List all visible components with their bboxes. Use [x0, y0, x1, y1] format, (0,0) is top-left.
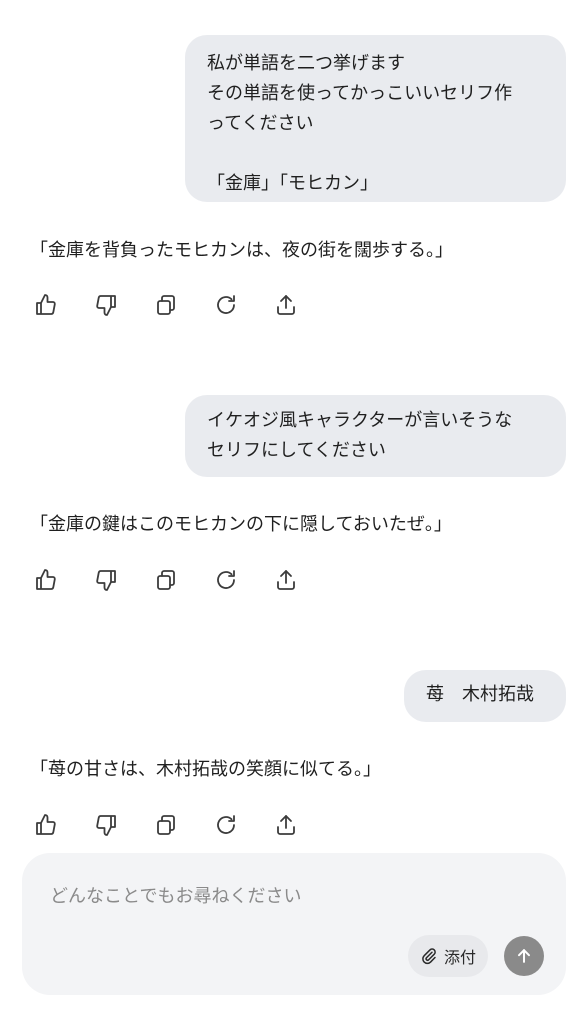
regenerate-icon[interactable] [212, 566, 240, 594]
attach-label: 添付 [443, 948, 476, 967]
message-actions [32, 566, 332, 594]
message-actions [32, 291, 332, 319]
thumbs-down-icon[interactable] [92, 811, 120, 839]
assistant-message: 「金庫の鍵はこのモヒカンの下に隠しておいたぜ。」 [30, 514, 452, 535]
share-icon[interactable] [272, 811, 300, 839]
paperclip-icon [422, 948, 436, 965]
share-icon[interactable] [272, 291, 300, 319]
regenerate-icon[interactable] [212, 811, 240, 839]
message-line: その単語を使ってかっこいいセリフ作 [207, 83, 513, 104]
message-line-blank [207, 139, 548, 169]
thumbs-down-icon[interactable] [92, 291, 120, 319]
arrow-up-icon [518, 949, 530, 963]
chat-page: 私が単語を二つ挙げます その単語を使ってかっこいいセリフ作 ってください 「金庫… [0, 0, 586, 1016]
copy-icon[interactable] [152, 291, 180, 319]
message-line: 私が単語を二つ挙げます [207, 53, 405, 74]
message-line: イケオジ風キャラクターが言いそうな [207, 410, 513, 431]
attach-button[interactable]: 添付 [408, 935, 488, 977]
copy-icon[interactable] [152, 811, 180, 839]
message-line: セリフにしてください [207, 440, 386, 461]
regenerate-icon[interactable] [212, 291, 240, 319]
user-message: イケオジ風キャラクターが言いそうな セリフにしてください [185, 395, 566, 477]
user-message: 苺 木村拓哉 [404, 670, 566, 722]
thumbs-down-icon[interactable] [92, 566, 120, 594]
assistant-message: 「金庫を背負ったモヒカンは、夜の街を闊歩する。」 [30, 240, 453, 261]
share-icon[interactable] [272, 566, 300, 594]
assistant-message: 「苺の甘さは、木村拓哉の笑顔に似てる。」 [30, 759, 381, 780]
thumbs-up-icon[interactable] [32, 566, 60, 594]
message-line: 苺 木村拓哉 [426, 684, 534, 705]
thumbs-up-icon[interactable] [32, 291, 60, 319]
message-line: 「金庫」「モヒカン」 [207, 173, 378, 194]
message-input[interactable] [50, 881, 520, 911]
send-button[interactable] [504, 936, 544, 976]
message-line: ってください [207, 113, 314, 134]
copy-icon[interactable] [152, 566, 180, 594]
composer: 添付 [22, 853, 566, 995]
user-message: 私が単語を二つ挙げます その単語を使ってかっこいいセリフ作 ってください 「金庫… [185, 35, 566, 202]
message-actions [32, 811, 332, 839]
thumbs-up-icon[interactable] [32, 811, 60, 839]
